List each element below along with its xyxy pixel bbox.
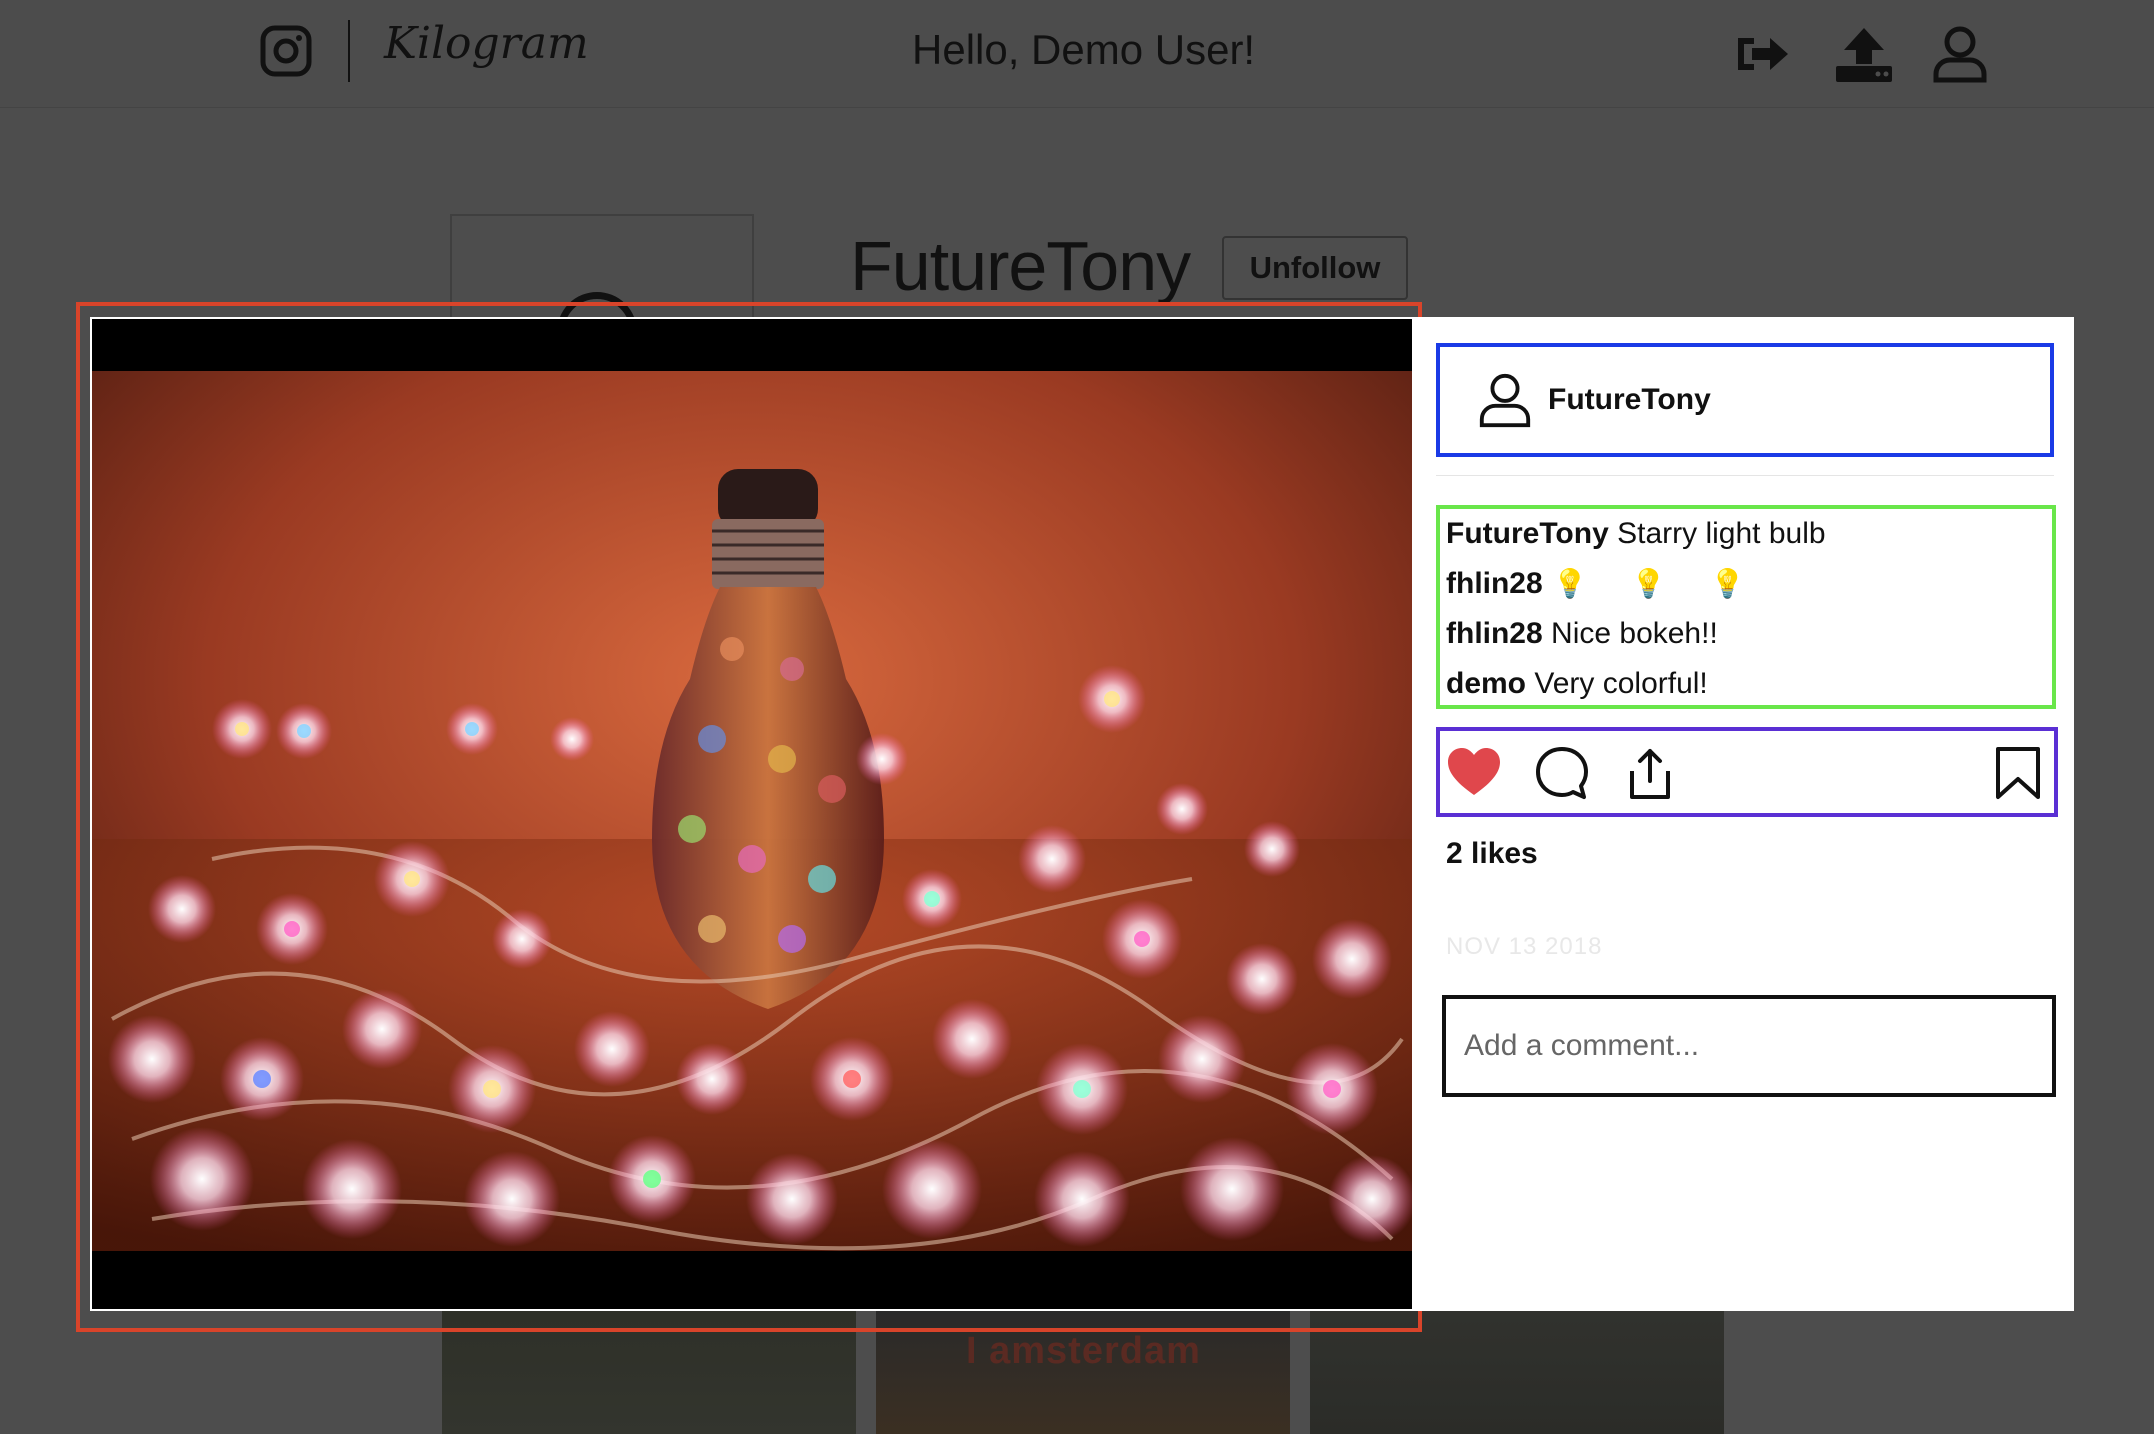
share-icon[interactable] (1622, 745, 1678, 801)
greeting-text: Hello, Demo User! (912, 26, 1256, 73)
profile-username: FutureTony (850, 227, 1191, 305)
divider (1436, 475, 2054, 476)
logo-divider (348, 20, 350, 82)
heart-icon[interactable] (1446, 745, 1502, 801)
comment-text: 💡 💡 💡 (1552, 568, 1763, 599)
instagram-icon[interactable] (260, 25, 312, 77)
app-logo[interactable]: Kilogram (384, 18, 589, 69)
unfollow-button[interactable]: Unfollow (1222, 236, 1408, 300)
comment-text: Starry light bulb (1617, 517, 1826, 550)
comment-item: demo Very colorful! (1446, 663, 2046, 713)
photo-highlight-outline (76, 302, 1422, 1332)
comment-item: FutureTony Starry light bulb (1446, 513, 2046, 563)
top-nav: Kilogram Hello, Demo User! (0, 0, 2154, 108)
likes-count[interactable]: 2 likes (1446, 837, 1538, 871)
comment-text: Very colorful! (1534, 667, 1708, 700)
comment-item: fhlin28 💡 💡 💡 (1446, 563, 2046, 613)
post-actions-bar (1436, 727, 2058, 817)
upload-icon[interactable] (1834, 24, 1894, 84)
logout-icon[interactable] (1732, 24, 1792, 84)
comment-icon[interactable] (1534, 745, 1590, 801)
comment-username[interactable]: FutureTony (1446, 517, 1609, 550)
comments-list: FutureTony Starry light bulb fhlin28 💡 💡 … (1436, 505, 2056, 709)
comment-item: fhlin28 Nice bokeh!! (1446, 613, 2046, 663)
post-author-header[interactable]: FutureTony (1436, 343, 2054, 457)
comment-username[interactable]: fhlin28 (1446, 567, 1543, 600)
user-profile-icon[interactable] (1930, 24, 1990, 84)
post-author-name[interactable]: FutureTony (1548, 383, 1711, 417)
author-avatar-icon (1479, 373, 1531, 428)
bookmark-icon[interactable] (1990, 745, 2046, 801)
grid-photo-caption: I amsterdam (966, 1330, 1201, 1372)
post-date: NOV 13 2018 (1446, 933, 1603, 960)
comment-username[interactable]: fhlin28 (1446, 617, 1543, 650)
comment-username[interactable]: demo (1446, 667, 1526, 700)
comment-text: Nice bokeh!! (1551, 617, 1718, 650)
post-detail-panel: FutureTony FutureTony Starry light bulb … (1414, 317, 2074, 1311)
comment-input[interactable] (1442, 995, 2056, 1097)
